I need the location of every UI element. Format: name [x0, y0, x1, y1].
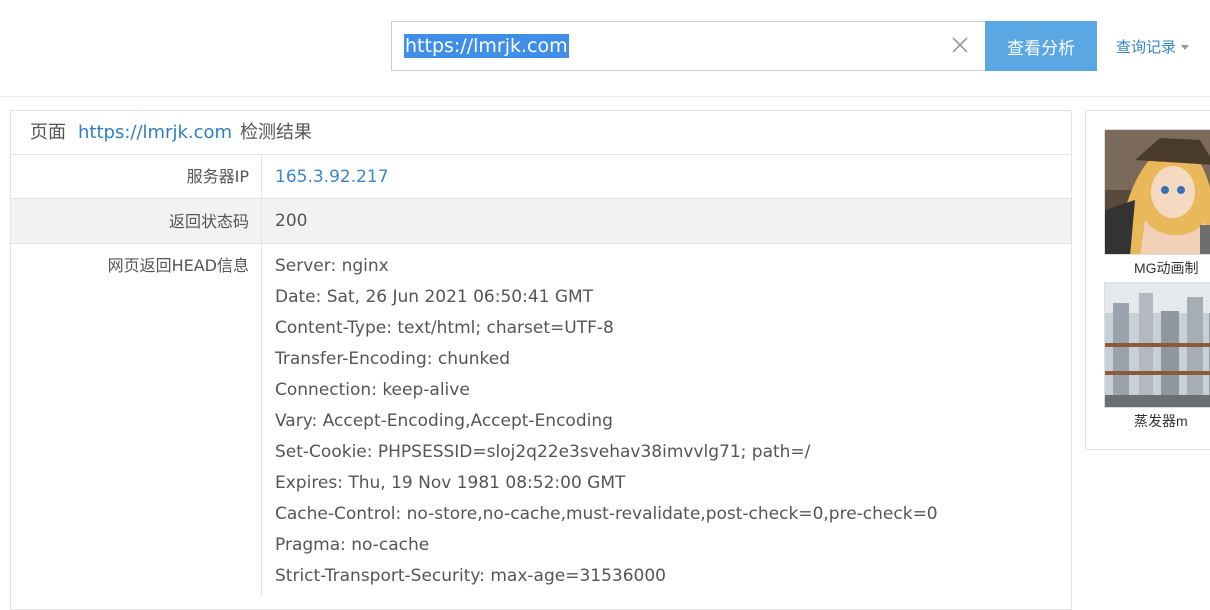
- ad-panel: MG动画制 蒸发器m: [1085, 110, 1210, 450]
- header-url[interactable]: https://lmrjk.com: [78, 122, 232, 143]
- head-line: Strict-Transport-Security: max-age=31536…: [275, 566, 666, 586]
- status-code-label: 返回状态码: [11, 199, 262, 243]
- head-line: Expires: Thu, 19 Nov 1981 08:52:00 GMT: [275, 473, 626, 493]
- ad-image-evaporator[interactable]: [1104, 282, 1210, 408]
- head-line: Cache-Control: no-store,no-cache,must-re…: [275, 504, 938, 524]
- clear-icon[interactable]: [949, 34, 971, 56]
- head-line: Date: Sat, 26 Jun 2021 06:50:41 GMT: [275, 287, 594, 307]
- server-ip-label: 服务器IP: [11, 155, 262, 198]
- head-line: Pragma: no-cache: [275, 535, 430, 555]
- head-line: Vary: Accept-Encoding,Accept-Encoding: [275, 411, 613, 431]
- head-line: Connection: keep-alive: [275, 380, 470, 400]
- head-line: Server: nginx: [275, 256, 389, 276]
- row-status-code: 返回状态码 200: [11, 199, 1071, 244]
- panel-header: 页面 https://lmrjk.com 检测结果: [11, 111, 1071, 155]
- header-prefix: 页面: [30, 122, 66, 143]
- result-panel: 页面 https://lmrjk.com 检测结果 服务器IP 165.3.92.2…: [10, 110, 1072, 610]
- head-info-label: 网页返回HEAD信息: [11, 244, 262, 596]
- server-ip-value[interactable]: 165.3.92.217: [262, 155, 1071, 198]
- head-line: Set-Cookie: PHPSESSID=sloj2q22e3svehav38…: [275, 442, 811, 462]
- ad-caption[interactable]: 蒸发器m: [1104, 411, 1210, 431]
- caret-down-icon: [1181, 45, 1190, 50]
- row-server-ip: 服务器IP 165.3.92.217: [11, 155, 1071, 199]
- ad-item[interactable]: 蒸发器m: [1104, 282, 1210, 431]
- head-info-value: Server: nginx Date: Sat, 26 Jun 2021 06:…: [262, 244, 1071, 596]
- search-input[interactable]: [404, 22, 944, 70]
- search-box: https://lmrjk.com: [391, 21, 986, 71]
- ad-image-anime[interactable]: [1104, 129, 1210, 255]
- row-head-info: 网页返回HEAD信息 Server: nginx Date: Sat, 26 J…: [11, 244, 1071, 596]
- status-code-value: 200: [275, 211, 308, 231]
- analyze-button[interactable]: 查看分析: [985, 21, 1097, 71]
- ad-item[interactable]: MG动画制: [1104, 129, 1210, 278]
- head-line: Content-Type: text/html; charset=UTF-8: [275, 318, 614, 338]
- header-suffix: 检测结果: [240, 122, 313, 143]
- history-dropdown[interactable]: 查询记录: [1116, 36, 1190, 57]
- history-label: 查询记录: [1116, 38, 1177, 56]
- head-line: Transfer-Encoding: chunked: [275, 349, 511, 369]
- top-bar: https://lmrjk.com 查看分析 查询记录: [0, 0, 1210, 97]
- ad-caption[interactable]: MG动画制: [1104, 258, 1210, 278]
